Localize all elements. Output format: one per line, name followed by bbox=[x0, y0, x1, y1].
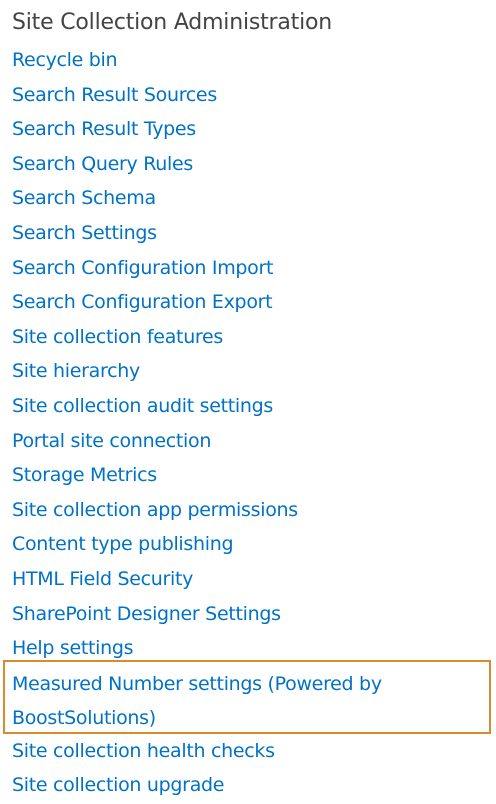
search-configuration-export-link[interactable]: Search Configuration Export bbox=[12, 288, 273, 316]
site-collection-health-checks-link[interactable]: Site collection health checks bbox=[12, 737, 275, 765]
search-query-rules-link[interactable]: Search Query Rules bbox=[12, 150, 193, 178]
list-item: SharePoint Designer Settings bbox=[0, 598, 496, 633]
list-item: Search Configuration Import bbox=[0, 252, 496, 287]
list-item: Search Configuration Export bbox=[0, 286, 496, 321]
site-collection-audit-settings-link[interactable]: Site collection audit settings bbox=[12, 392, 273, 420]
recycle-bin-link[interactable]: Recycle bin bbox=[12, 46, 118, 74]
list-item: Site collection app permissions bbox=[0, 494, 496, 529]
list-item: Portal site connection bbox=[0, 425, 496, 460]
help-settings-link[interactable]: Help settings bbox=[12, 634, 134, 662]
storage-metrics-link[interactable]: Storage Metrics bbox=[12, 461, 157, 489]
portal-site-connection-link[interactable]: Portal site connection bbox=[12, 427, 211, 455]
site-collection-app-permissions-link[interactable]: Site collection app permissions bbox=[12, 496, 298, 524]
site-hierarchy-link[interactable]: Site hierarchy bbox=[12, 357, 140, 385]
list-item: Search Settings bbox=[0, 217, 496, 252]
list-item: Site hierarchy bbox=[0, 355, 496, 390]
search-schema-link[interactable]: Search Schema bbox=[12, 184, 156, 212]
site-collection-upgrade-link[interactable]: Site collection upgrade bbox=[12, 771, 224, 799]
site-collection-administration-panel: Site Collection Administration Recycle b… bbox=[0, 0, 496, 800]
search-result-types-link[interactable]: Search Result Types bbox=[12, 115, 196, 143]
list-item: Help settings bbox=[0, 632, 496, 667]
admin-links-list: Recycle bin Search Result Sources Search… bbox=[0, 44, 496, 804]
list-item-highlighted: Measured Number settings (Powered by Boo… bbox=[0, 667, 496, 735]
measured-number-settings-link[interactable]: Measured Number settings (Powered by Boo… bbox=[12, 667, 482, 735]
list-item: Site collection health checks bbox=[0, 735, 496, 770]
list-item: Search Result Sources bbox=[0, 79, 496, 114]
list-item: Site collection audit settings bbox=[0, 390, 496, 425]
section-title: Site Collection Administration bbox=[12, 10, 333, 35]
site-collection-features-link[interactable]: Site collection features bbox=[12, 323, 223, 351]
search-configuration-import-link[interactable]: Search Configuration Import bbox=[12, 254, 273, 282]
content-type-publishing-link[interactable]: Content type publishing bbox=[12, 530, 234, 558]
search-result-sources-link[interactable]: Search Result Sources bbox=[12, 81, 217, 109]
list-item: Search Query Rules bbox=[0, 148, 496, 183]
list-item: Search Schema bbox=[0, 182, 496, 217]
list-item: Recycle bin bbox=[0, 44, 496, 79]
list-item: HTML Field Security bbox=[0, 563, 496, 598]
list-item: Storage Metrics bbox=[0, 459, 496, 494]
sharepoint-designer-settings-link[interactable]: SharePoint Designer Settings bbox=[12, 600, 281, 628]
search-settings-link[interactable]: Search Settings bbox=[12, 219, 157, 247]
list-item: Search Result Types bbox=[0, 113, 496, 148]
html-field-security-link[interactable]: HTML Field Security bbox=[12, 565, 193, 593]
list-item: Site collection upgrade bbox=[0, 769, 496, 804]
list-item: Content type publishing bbox=[0, 528, 496, 563]
list-item: Site collection features bbox=[0, 321, 496, 356]
